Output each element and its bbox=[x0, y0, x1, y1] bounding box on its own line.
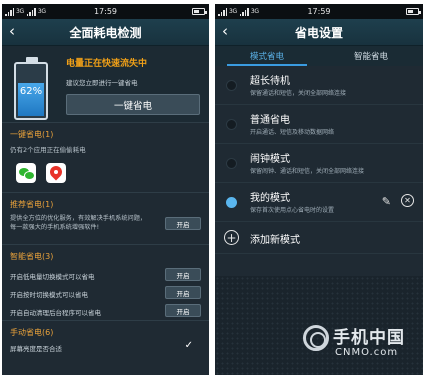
edit-icon[interactable]: ✎ bbox=[382, 195, 391, 208]
battery-icon bbox=[192, 8, 207, 15]
network-label: 3G bbox=[229, 8, 237, 15]
section-title: 推荐省电(1) bbox=[10, 200, 54, 209]
mode-name: 闹钟模式 bbox=[250, 154, 290, 165]
signal-icon bbox=[239, 7, 249, 16]
enable-button[interactable]: 开启 bbox=[165, 268, 201, 281]
radio-button-selected[interactable] bbox=[226, 197, 237, 208]
mode-desc: 开启通话、短信及移动数据网络 bbox=[250, 129, 335, 136]
radio-button[interactable] bbox=[226, 80, 237, 91]
watermark-en: CNMO.com bbox=[335, 347, 399, 358]
watermark-logo-icon bbox=[303, 325, 329, 351]
watermark: 手机中国 CNMO.com bbox=[303, 317, 411, 367]
row-label: 开启低电量切换模式可以省电 bbox=[10, 273, 95, 281]
row-label: 开启自动清理后台程序可以省电 bbox=[10, 309, 101, 317]
signal-icon bbox=[5, 7, 14, 16]
tab-smart-save[interactable]: 智能省电 bbox=[319, 46, 423, 66]
suggest-text: 建议您立即进行一键省电 bbox=[66, 79, 138, 87]
plus-icon: + bbox=[224, 230, 239, 245]
one-key-section: 一键省电(1) 仍有2个应用正在偷偷耗电 bbox=[2, 123, 209, 193]
left-screen: 3G 3G 17:59 ‹ 全面耗电检测 62% 电量正在快速流失中 建议您立即… bbox=[2, 4, 209, 375]
section-title: 智能省电(3) bbox=[10, 252, 54, 261]
mode-name: 超长待机 bbox=[250, 76, 290, 87]
page-title: 省电设置 bbox=[294, 25, 343, 40]
wechat-icon[interactable] bbox=[16, 163, 36, 183]
row-label: 开启按时切换模式可以省电 bbox=[10, 291, 88, 299]
manual-section: 手动省电(6) 屏幕亮度是否合适 ✓ bbox=[2, 321, 209, 361]
recommend-section: 推荐省电(1) 提供全方位的优化服务，有效解决手机系统问题，每一款强大的手机系统… bbox=[2, 193, 209, 245]
mode-desc: 保存首次使用点心省电时的设置 bbox=[250, 207, 335, 214]
enable-button[interactable]: 开启 bbox=[165, 286, 201, 299]
status-time: 17:59 bbox=[307, 7, 331, 16]
radio-button[interactable] bbox=[226, 119, 237, 130]
list-item: 开启自动清理后台程序可以省电 开启 bbox=[2, 302, 209, 320]
recommend-desc: 提供全方位的优化服务，有效解决手机系统问题，每一款强大的手机系统增强软件! bbox=[10, 215, 147, 231]
network-label: 3G bbox=[37, 8, 46, 15]
network-label: 3G bbox=[16, 8, 24, 15]
mode-item-selected[interactable]: 我的模式 保存首次使用点心省电时的设置 ✎ ✕ bbox=[215, 183, 423, 222]
right-screen: 3G 3G 17:59 ‹ 省电设置 模式省电 智能省电 超长待机 保留通话和短… bbox=[215, 4, 423, 375]
enable-button[interactable]: 开启 bbox=[165, 304, 201, 317]
mode-name: 普通省电 bbox=[250, 115, 290, 126]
battery-hero: 62% 电量正在快速流失中 建议您立即进行一键省电 一键省电 bbox=[2, 46, 209, 123]
add-mode-label: 添加新模式 bbox=[250, 235, 300, 246]
tab-bar: 模式省电 智能省电 bbox=[215, 46, 423, 66]
page-title: 全面耗电检测 bbox=[69, 25, 142, 40]
mode-item[interactable]: 普通省电 开启通话、短信及移动数据网络 bbox=[215, 105, 423, 144]
tab-mode-save[interactable]: 模式省电 bbox=[215, 46, 319, 66]
add-mode-button[interactable]: + 添加新模式 bbox=[215, 222, 423, 254]
one-key-save-button[interactable]: 一键省电 bbox=[66, 94, 200, 115]
mode-item[interactable]: 超长待机 保留通话和短信，关闭全部网络连接 bbox=[215, 66, 423, 105]
list-item: 屏幕亮度是否合适 ✓ bbox=[2, 338, 209, 356]
status-bar: 3G 3G 17:59 bbox=[2, 4, 209, 19]
drain-warning: 电量正在快速流失中 bbox=[66, 59, 148, 69]
check-icon[interactable]: ✓ bbox=[185, 340, 193, 351]
section-subtitle: 仍有2个应用正在偷偷耗电 bbox=[10, 146, 86, 154]
battery-percent: 62% bbox=[19, 86, 43, 97]
signal-icon bbox=[218, 7, 227, 16]
list-item: 开启低电量切换模式可以省电 开启 bbox=[2, 266, 209, 284]
radio-button[interactable] bbox=[226, 158, 237, 169]
row-label: 屏幕亮度是否合适 bbox=[10, 345, 62, 353]
map-icon[interactable] bbox=[46, 163, 66, 183]
mode-desc: 保留通话和短信，关闭全部网络连接 bbox=[250, 90, 347, 97]
title-bar: ‹ 全面耗电检测 bbox=[2, 19, 209, 46]
network-label: 3G bbox=[250, 8, 259, 15]
delete-icon[interactable]: ✕ bbox=[401, 194, 414, 207]
smart-section: 智能省电(3) 开启低电量切换模式可以省电 开启 开启按时切换模式可以省电 开启… bbox=[2, 245, 209, 321]
battery-large-icon: 62% bbox=[14, 62, 48, 120]
list-item: 开启按时切换模式可以省电 开启 bbox=[2, 284, 209, 302]
back-icon[interactable]: ‹ bbox=[9, 22, 15, 40]
section-title: 一键省电(1) bbox=[10, 130, 54, 139]
watermark-cn: 手机中国 bbox=[333, 328, 405, 348]
signal-icon bbox=[26, 7, 36, 16]
mode-desc: 保留闹钟、通话和短信，关闭全部网络连接 bbox=[250, 168, 365, 175]
enable-button[interactable]: 开启 bbox=[165, 217, 201, 230]
mode-name: 我的模式 bbox=[250, 193, 290, 204]
app-list bbox=[2, 154, 209, 183]
mode-item[interactable]: 闹钟模式 保留闹钟、通话和短信，关闭全部网络连接 bbox=[215, 144, 423, 183]
back-icon[interactable]: ‹ bbox=[222, 22, 228, 40]
battery-icon bbox=[406, 8, 421, 15]
title-bar: ‹ 省电设置 bbox=[215, 19, 423, 46]
section-title: 手动省电(6) bbox=[10, 328, 54, 337]
status-bar: 3G 3G 17:59 bbox=[215, 4, 423, 19]
status-time: 17:59 bbox=[93, 7, 118, 16]
